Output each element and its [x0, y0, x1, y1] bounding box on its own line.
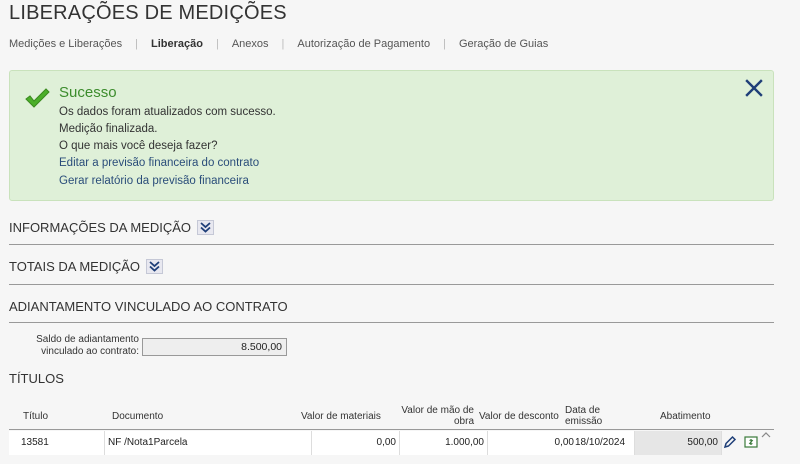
alert-message: Medição finalizada. [59, 123, 158, 135]
table-header: Título Documento Valor de materiais Valo… [9, 402, 774, 430]
section-title-informacoes: INFORMAÇÕES DA MEDIÇÃO [9, 220, 192, 235]
cell-valor-materiais: 0,00 [312, 431, 400, 455]
tab-separator: | [443, 38, 446, 50]
cell-abatimento[interactable]: 500,00 [635, 431, 722, 455]
chevron-up-icon[interactable] [761, 431, 771, 439]
tab-separator: | [281, 38, 285, 50]
cell-valor-desconto: 0,00 [488, 431, 576, 455]
chevron-double-down-icon [200, 222, 211, 233]
pencil-icon[interactable] [723, 435, 737, 449]
section-title-titulos: TÍTULOS [9, 371, 64, 386]
alert-title: Sucesso [59, 84, 117, 101]
link-editar-previsao[interactable]: Editar a previsão financeira do contrato [59, 157, 259, 169]
col-header-titulo: Título [23, 411, 49, 422]
col-header-valor-materiais: Valor de materiais [301, 411, 381, 422]
cell-documento: NF /Nota1Parcela [105, 431, 312, 455]
section-titulos: TÍTULOS [9, 370, 774, 394]
tab-anexos[interactable]: Anexos [232, 38, 269, 50]
tab-separator: | [135, 38, 138, 50]
link-gerar-relatorio[interactable]: Gerar relatório da previsão financeira [59, 175, 249, 187]
section-informacoes: INFORMAÇÕES DA MEDIÇÃO [9, 219, 774, 245]
tab-medicoes-liberacoes[interactable]: Medições e Liberações [9, 38, 122, 50]
tab-geracao-guias[interactable]: Geração de Guias [459, 38, 548, 50]
section-totais: TOTAIS DA MEDIÇÃO [9, 258, 774, 285]
tab-autorizacao-pagamento[interactable]: Autorização de Pagamento [297, 38, 430, 50]
cell-titulo: 13581 [9, 431, 105, 455]
success-alert: Sucesso Os dados foram atualizados com s… [9, 70, 774, 201]
alert-message: Os dados foram atualizados com sucesso. [59, 106, 276, 118]
alert-message: O que mais você deseja fazer? [59, 140, 218, 152]
check-icon [25, 88, 50, 108]
chevron-double-down-icon [149, 261, 160, 272]
page-title: LIBERAÇÕES DE MEDIÇÕES [9, 2, 287, 24]
close-icon[interactable] [745, 79, 763, 97]
cell-data-emissao: 18/10/2024 [575, 431, 635, 455]
tab-bar: Medições e Liberações | Liberação | Anex… [9, 38, 548, 50]
table-row: 13581 NF /Nota1Parcela 0,00 1.000,00 0,0… [9, 431, 774, 455]
col-header-valor-mao-obra: Valor de mão de obra [401, 405, 474, 427]
saldo-adiantamento-field: 8.500,00 [142, 338, 287, 356]
expand-informacoes-button[interactable] [197, 220, 215, 235]
col-header-valor-desconto: Valor de desconto [479, 411, 559, 422]
tab-separator: | [215, 38, 219, 50]
saldo-adiantamento-label: Saldo de adiantamento vinculado ao contr… [36, 334, 139, 357]
section-title-totais: TOTAIS DA MEDIÇÃO [9, 259, 140, 274]
section-adiantamento: ADIANTAMENTO VINCULADO AO CONTRATO [9, 298, 774, 323]
tab-liberacao[interactable]: Liberação [151, 38, 203, 50]
money-icon[interactable] [744, 435, 758, 449]
col-header-data-emissao: Data de emissão [565, 405, 603, 427]
cell-valor-mao-obra: 1.000,00 [400, 431, 488, 455]
section-title-adiantamento: ADIANTAMENTO VINCULADO AO CONTRATO [9, 299, 288, 314]
expand-totais-button[interactable] [145, 259, 163, 274]
col-header-documento: Documento [112, 411, 164, 422]
col-header-abatimento: Abatimento [660, 411, 711, 422]
